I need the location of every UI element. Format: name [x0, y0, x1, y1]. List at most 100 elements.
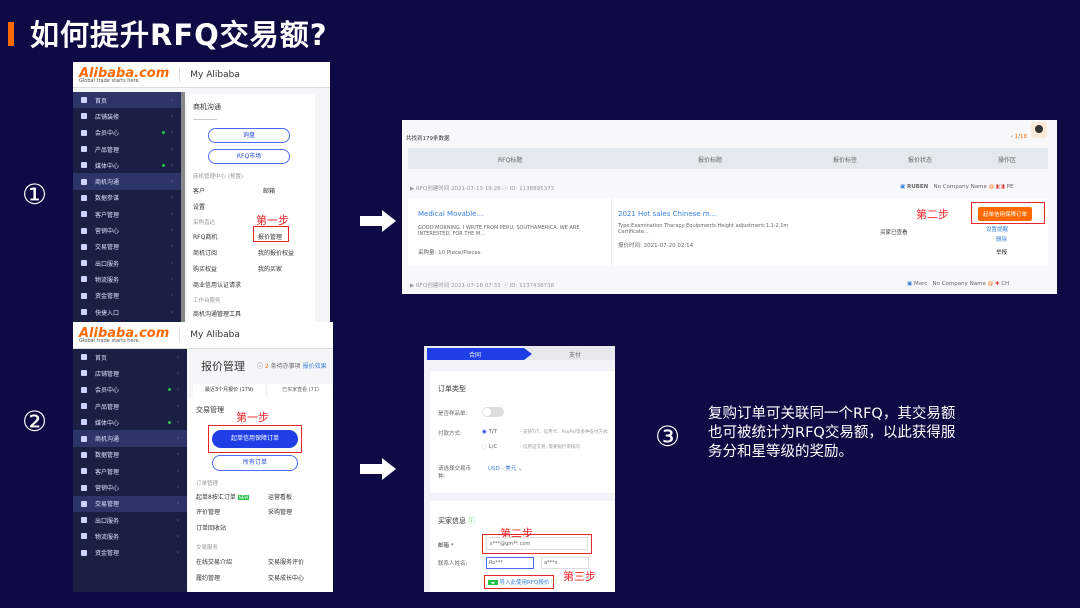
- set-reminder-link[interactable]: 设置提醒: [986, 225, 1008, 233]
- link-quote-rights[interactable]: 我的报价权益: [258, 248, 294, 257]
- tab-viewed[interactable]: 已买家查看 (71): [268, 384, 333, 397]
- delete-link[interactable]: 删除: [996, 235, 1007, 243]
- rfq-market-button[interactable]: RFQ市场: [208, 149, 290, 164]
- sidebar-item-label: 物流服务: [95, 276, 120, 284]
- link-subscription[interactable]: 商机订阅: [193, 248, 217, 257]
- chevron-right-icon: ›: [176, 353, 179, 361]
- chevron-right-icon: ›: [176, 500, 179, 508]
- link-dashboard[interactable]: 运营看板: [268, 492, 292, 501]
- all-orders-button[interactable]: 所有订单: [212, 455, 298, 471]
- avatar[interactable]: [1031, 122, 1047, 138]
- sidebar-item[interactable]: 交易管理 ›: [73, 495, 187, 512]
- link-customer[interactable]: 客户: [193, 186, 205, 195]
- step-payment-label: 支付: [569, 352, 582, 359]
- sidebar-item[interactable]: 资金管理 ›: [73, 545, 187, 561]
- sidebar-item[interactable]: 营销中心 ›: [73, 479, 187, 495]
- sidebar-item[interactable]: 产品管理 ›: [73, 141, 181, 157]
- chevron-right-icon: ›: [170, 129, 173, 137]
- sidebar-item[interactable]: 首页 ›: [73, 92, 181, 109]
- menu-icon: [81, 370, 87, 377]
- sidebar-item[interactable]: 数据管理 ›: [73, 447, 187, 463]
- sidebar-item[interactable]: 产品管理 ›: [73, 398, 187, 414]
- sidebar-item[interactable]: 快捷入口 ›: [73, 304, 181, 320]
- alibaba-header: Alibaba.com Global trade starts here. My …: [73, 322, 333, 349]
- status-dot: [168, 420, 171, 424]
- chevron-right-icon: ›: [170, 308, 173, 316]
- link-purchase[interactable]: 采购管理: [268, 507, 292, 516]
- table-row-meta[interactable]: ▶ RFQ创建时间 2021-07-13 19:26 ⓘ ID: 1138895…: [410, 184, 554, 192]
- pagination[interactable]: ‹ 1/18: [1011, 134, 1027, 140]
- chevron-right-icon: ›: [176, 484, 179, 492]
- sidebar-item[interactable]: 物流服务 ›: [73, 528, 187, 544]
- create-trade-assurance-order-button[interactable]: 起单信用保障订单: [978, 207, 1033, 221]
- section-title: 订单类型: [438, 385, 466, 393]
- alibaba-logo[interactable]: Alibaba.com Global trade starts here.: [79, 326, 169, 344]
- link-service-review[interactable]: 交易服务评价: [268, 557, 304, 566]
- step-marker-2: ②: [22, 405, 48, 438]
- table-row-meta[interactable]: ▶ RFQ创建时间 2021-07-18 07:33 ⓘ ID: 1137438…: [410, 281, 554, 289]
- sidebar-item[interactable]: 店铺管理 ›: [73, 365, 187, 381]
- sample-toggle[interactable]: [482, 407, 504, 417]
- quote-title-link[interactable]: 2021 Hot sales Chinese m...: [618, 210, 716, 218]
- payment-option-tt[interactable]: ◉ T/T: [482, 429, 497, 435]
- sidebar-item[interactable]: 商机沟通 ›: [73, 173, 181, 190]
- sidebar-item[interactable]: 客户管理 ›: [73, 463, 187, 479]
- tab-recent-quotes[interactable]: 最近3个月报价 (179): [193, 384, 265, 397]
- link-mailbox[interactable]: 邮箱: [263, 186, 275, 195]
- alibaba-logo[interactable]: Alibaba.com Global trade starts here.: [79, 66, 169, 84]
- first-name-field[interactable]: Ru***: [486, 557, 534, 569]
- payment-option-lc[interactable]: ○ L/C: [482, 444, 497, 450]
- link-settings[interactable]: 设置: [193, 202, 205, 211]
- sidebar-item[interactable]: 客户管理 ›: [73, 206, 181, 222]
- sidebar-item[interactable]: 数据参谋 ›: [73, 190, 181, 206]
- link-reviews[interactable]: 评价管理: [196, 507, 220, 516]
- menu-icon: [81, 211, 87, 218]
- link-recycle[interactable]: 订单回收站: [196, 523, 226, 532]
- link-tools[interactable]: 商机沟通管理工具: [193, 309, 241, 318]
- link-credit-auth[interactable]: 商业信用认证请求: [193, 280, 241, 289]
- report-link[interactable]: 举报: [996, 248, 1007, 256]
- section-title: 买家信息 ⓘ: [438, 517, 476, 525]
- link-create-order[interactable]: 起单8按汇订单 NEW: [196, 492, 250, 501]
- sidebar-item[interactable]: 会员中心 ›: [73, 382, 187, 398]
- sidebar-item-label: 物流服务: [95, 533, 120, 541]
- sidebar-item-label: 客户管理: [95, 211, 120, 219]
- inquiry-button[interactable]: 询盘: [208, 128, 290, 143]
- link-growth-center[interactable]: 交易成长中心: [268, 573, 304, 582]
- sidebar-item-label: 产品管理: [95, 146, 120, 154]
- sidebar-item[interactable]: 出口服务 ›: [73, 512, 187, 528]
- sidebar-item[interactable]: 交易管理 ›: [73, 239, 181, 255]
- link-online-trade[interactable]: 在线交易介绍: [196, 557, 232, 566]
- link-fulfillment[interactable]: 履约管理: [196, 573, 220, 582]
- sidebar-item[interactable]: 首页 ›: [73, 349, 187, 365]
- sidebar-item[interactable]: 媒体中心 ›: [73, 157, 181, 173]
- create-trade-assurance-order-button[interactable]: 起单信用保障订单: [212, 430, 298, 448]
- sidebar-item[interactable]: 媒体中心 ›: [73, 414, 187, 430]
- sidebar-item[interactable]: 会员中心 ›: [73, 125, 181, 141]
- sidebar-item-label: 出口服务: [95, 517, 120, 525]
- chevron-right-icon: ›: [170, 161, 173, 169]
- status-dot: [162, 163, 165, 167]
- sidebar-scrollbar[interactable]: [181, 92, 185, 322]
- menu-icon: [81, 178, 87, 185]
- chevron-right-icon: ›: [176, 418, 179, 426]
- currency-select[interactable]: USD - 美元 ⌄: [488, 464, 523, 472]
- import-rfq-quote-link[interactable]: ▬ 导入此使用RFQ报价 ⓘ: [488, 578, 557, 586]
- rfq-title-link[interactable]: Medical Movable...: [418, 210, 483, 218]
- sidebar-item[interactable]: 店铺装修 ›: [73, 108, 181, 124]
- sidebar-item[interactable]: 出口服务 ›: [73, 255, 181, 271]
- sidebar-item-label: 会员中心: [95, 130, 120, 138]
- sidebar-item[interactable]: 营销中心 ›: [73, 222, 181, 238]
- link-buy-rights[interactable]: 购买权益: [193, 264, 217, 273]
- link-my-buyers[interactable]: 我的买家: [258, 264, 282, 273]
- sidebar-item-label: 首页: [95, 97, 108, 105]
- email-field[interactable]: s***@gm**.com: [486, 537, 588, 550]
- menu-icon: [81, 97, 87, 104]
- sidebar-item[interactable]: 资金管理 ›: [73, 288, 181, 304]
- pending-items[interactable]: ⓘ 2 条待办事项 报价效果: [257, 361, 327, 370]
- link-rfq-opportunities[interactable]: RFQ商机: [193, 232, 217, 241]
- sidebar-item[interactable]: 物流服务 ›: [73, 271, 181, 287]
- menu-icon: [81, 419, 87, 426]
- menu-icon: [81, 549, 87, 556]
- sidebar-item[interactable]: 商机沟通 ›: [73, 430, 187, 447]
